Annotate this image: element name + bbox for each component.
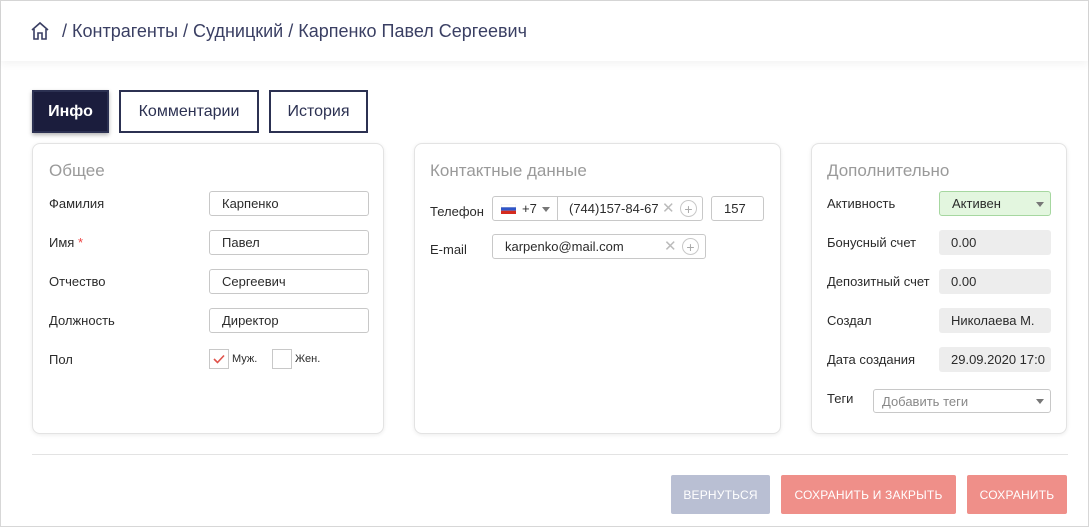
save-and-close-button[interactable]: СОХРАНИТЬ И ЗАКРЫТЬ	[781, 475, 956, 514]
back-button[interactable]: ВЕРНУТЬСЯ	[671, 475, 770, 514]
tags-placeholder: Добавить теги	[882, 393, 969, 409]
deposit-value: 0.00	[939, 269, 1051, 294]
activity-value: Активен	[952, 196, 1001, 211]
email-field[interactable]: karpenko@mail.com ✕ +	[492, 234, 706, 259]
contacts-card-title: Контактные данные	[430, 161, 587, 180]
gender-male-checkbox[interactable]	[209, 349, 229, 369]
phone-label: Телефон	[430, 204, 484, 219]
creator-label: Создал	[827, 313, 872, 328]
general-card: Общее Фамилия Карпенко Имя * Павел Отчес…	[32, 143, 384, 434]
clear-x-icon[interactable]: ✕	[664, 239, 677, 254]
firstname-label: Имя *	[49, 235, 83, 250]
tags-label: Теги	[827, 391, 854, 406]
email-value: karpenko@mail.com	[505, 239, 624, 254]
breadcrumb-item-current: Карпенко Павел Сергеевич	[298, 20, 527, 41]
gender-female-label[interactable]: Жен.	[295, 353, 320, 365]
deposit-label: Депозитный счет	[827, 274, 930, 289]
breadcrumb-separator: /	[183, 20, 189, 41]
extra-card-title: Дополнительно	[827, 161, 950, 180]
bonus-value: 0.00	[939, 230, 1051, 255]
extra-card: Дополнительно Активность Активен Бонусны…	[811, 143, 1067, 434]
home-icon[interactable]	[29, 20, 51, 42]
activity-select[interactable]: Активен	[939, 191, 1051, 216]
save-button[interactable]: СОХРАНИТЬ	[967, 475, 1067, 514]
breadcrumb-separator: /	[62, 20, 68, 41]
checkmark-icon	[213, 354, 225, 364]
created-date-value: 29.09.2020 17:0	[939, 347, 1051, 372]
activity-label: Активность	[827, 196, 896, 211]
gender-male-label[interactable]: Муж.	[232, 353, 257, 365]
firstname-label-text: Имя	[49, 235, 75, 250]
creator-value: Николаева М.	[939, 308, 1051, 333]
gender-label: Пол	[49, 352, 73, 367]
tab-bar: Инфо Комментарии История	[32, 90, 368, 133]
breadcrumb-item-contractors[interactable]: Контрагенты	[72, 21, 178, 42]
middlename-field[interactable]: Сергеевич	[209, 269, 369, 294]
middlename-label: Отчество	[49, 274, 106, 289]
gender-female-checkbox[interactable]	[272, 349, 292, 369]
chevron-down-icon	[1036, 399, 1044, 404]
breadcrumb-separator: /	[288, 20, 294, 41]
tab-history[interactable]: История	[269, 90, 368, 133]
footer-divider	[32, 454, 1068, 455]
lastname-field[interactable]: Карпенко	[209, 191, 369, 216]
tags-select[interactable]: Добавить теги	[873, 389, 1051, 413]
position-field[interactable]: Директор	[209, 308, 369, 333]
breadcrumb-item-parent[interactable]: Судницкий	[193, 21, 283, 42]
phone-extension-field[interactable]: 157	[711, 196, 764, 221]
email-label: E-mail	[430, 242, 467, 257]
phone-field[interactable]: +7 (744)157-84-67 ✕ +	[492, 196, 703, 221]
firstname-field[interactable]: Павел	[209, 230, 369, 255]
country-code-select[interactable]: +7	[493, 197, 558, 220]
breadcrumb: / Контрагенты / Судницкий / Карпенко Пав…	[1, 1, 1088, 61]
general-card-title: Общее	[49, 161, 105, 180]
chevron-down-icon	[542, 207, 550, 212]
add-circle-icon[interactable]: +	[682, 238, 699, 255]
lastname-label: Фамилия	[49, 196, 105, 211]
tab-comments[interactable]: Комментарии	[119, 90, 259, 133]
position-label: Должность	[49, 313, 115, 328]
required-mark: *	[77, 235, 84, 250]
tab-info[interactable]: Инфо	[32, 90, 109, 133]
russia-flag-icon	[501, 203, 516, 214]
chevron-down-icon	[1036, 202, 1044, 207]
phone-number: (744)157-84-67	[569, 201, 659, 216]
country-code: +7	[522, 201, 537, 216]
clear-x-icon[interactable]: ✕	[662, 201, 675, 216]
add-circle-icon[interactable]: +	[680, 200, 697, 217]
contacts-card: Контактные данные Телефон +7 (744)157-84…	[414, 143, 781, 434]
created-date-label: Дата создания	[827, 352, 916, 367]
bonus-label: Бонусный счет	[827, 235, 917, 250]
